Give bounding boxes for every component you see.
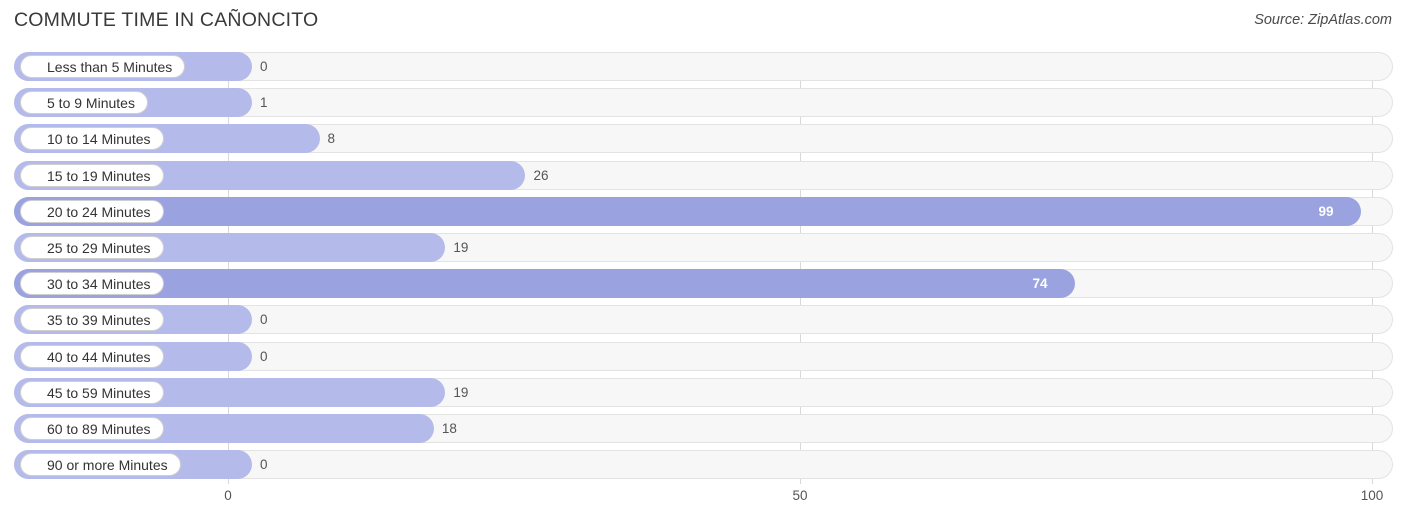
bar-value-label: 1: [260, 95, 268, 111]
chart-container: COMMUTE TIME IN CAÑONCITO Source: ZipAtl…: [0, 0, 1406, 522]
plot-area: Less than 5 Minutes 0 5 to 9 Minutes 1 10 to…: [14, 52, 1393, 484]
bar-value-label: 18: [441, 421, 457, 436]
bar-category-label: 30 to 34 Minutes: [20, 272, 164, 296]
bar-row[interactable]: 15 to 19 Minutes 26: [14, 160, 1393, 190]
bar-category-label: 20 to 24 Minutes: [20, 199, 164, 223]
bar-row[interactable]: 45 to 59 Minutes 19: [14, 377, 1393, 407]
bar-row[interactable]: 10 to 14 Minutes 8: [14, 124, 1393, 154]
bar-value-label: 8: [327, 131, 336, 147]
bar-category-label: Less than 5 Minutes: [20, 55, 186, 78]
bar-category-label: 35 to 39 Minutes: [20, 308, 164, 332]
bar-value-label: 74: [1032, 276, 1048, 292]
bar-row[interactable]: 60 to 89 Minutes 18: [14, 414, 1393, 443]
bar-value-label: 26: [533, 167, 549, 183]
x-tick-50: 50: [792, 488, 808, 503]
bar-value-label: 19: [453, 240, 469, 255]
bar-row[interactable]: 25 to 29 Minutes 19: [14, 233, 1393, 262]
bar-row[interactable]: 5 to 9 Minutes 1: [14, 88, 1393, 118]
bar-category-label: 15 to 19 Minutes: [20, 163, 164, 187]
bar: [14, 196, 1361, 226]
bar-value-label: 0: [260, 59, 268, 74]
bar-row[interactable]: 40 to 44 Minutes 0: [14, 341, 1393, 371]
bar-category-label: 5 to 9 Minutes: [20, 91, 148, 115]
bar-row[interactable]: Less than 5 Minutes 0: [14, 52, 1393, 81]
bar-row[interactable]: 90 or more Minutes 0: [14, 450, 1393, 480]
bar-category-label: 25 to 29 Minutes: [20, 236, 164, 259]
x-tick-0: 0: [224, 488, 232, 503]
bar-row[interactable]: 35 to 39 Minutes 0: [14, 305, 1393, 335]
bar-category-label: 90 or more Minutes: [20, 453, 181, 477]
bar: [14, 269, 1075, 299]
bar-category-label: 60 to 89 Minutes: [20, 417, 164, 440]
page-title: COMMUTE TIME IN CAÑONCITO: [14, 9, 319, 31]
source-attribution: Source: ZipAtlas.com: [1254, 12, 1392, 28]
bar-row[interactable]: 30 to 34 Minutes 74: [14, 269, 1393, 299]
bar-category-label: 10 to 14 Minutes: [20, 127, 164, 151]
bar-value-label: 0: [260, 312, 268, 328]
bar-value-label: 0: [260, 348, 268, 364]
x-axis: 0 50 100: [14, 488, 1393, 512]
bar-category-label: 40 to 44 Minutes: [20, 344, 164, 368]
bar-value-label: 0: [260, 457, 268, 473]
bar-category-label: 45 to 59 Minutes: [20, 380, 164, 404]
bar-row[interactable]: 20 to 24 Minutes 99: [14, 196, 1393, 226]
x-tick-100: 100: [1360, 488, 1384, 503]
bar-value-label: 19: [453, 384, 469, 400]
bar-value-label: 99: [1318, 203, 1334, 219]
